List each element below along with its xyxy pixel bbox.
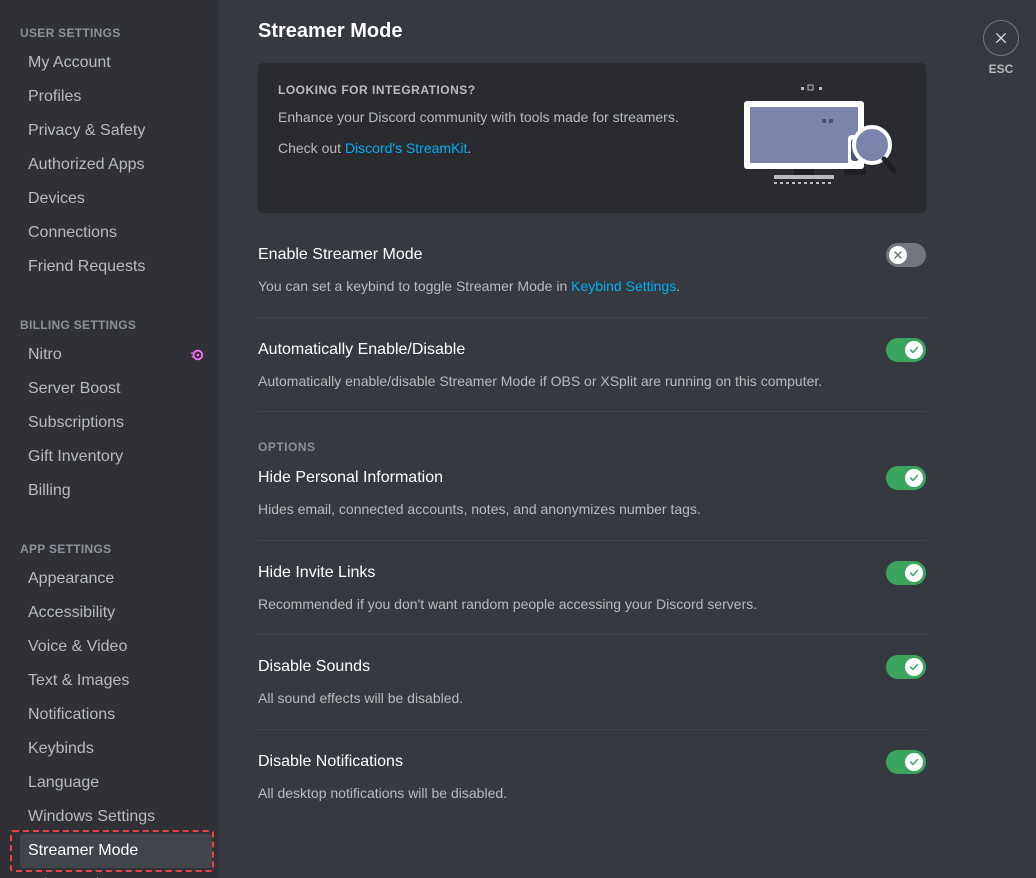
toggle-hide-invite-links[interactable]: [886, 561, 926, 585]
sidebar-item-advanced[interactable]: Advanced: [20, 868, 212, 878]
sidebar-item-label: Authorized Apps: [28, 156, 145, 174]
promo-line1: Enhance your Discord community with tool…: [278, 107, 726, 128]
sidebar-item-label: My Account: [28, 54, 111, 72]
setting-desc: Hides email, connected accounts, notes, …: [258, 500, 926, 520]
sidebar-item-label: Notifications: [28, 706, 115, 724]
toggle-enable-streamer-mode[interactable]: [886, 243, 926, 267]
sidebar-item-label: Appearance: [28, 570, 114, 588]
check-icon: [908, 567, 920, 579]
close-column: ESC: [966, 0, 1036, 878]
page-title: Streamer Mode: [258, 20, 926, 43]
sidebar-item-label: Friend Requests: [28, 258, 145, 276]
sidebar-item-streamer-mode[interactable]: Streamer Mode: [20, 834, 212, 868]
sidebar-item-label: Gift Inventory: [28, 448, 123, 466]
sidebar-item-devices[interactable]: Devices: [20, 182, 212, 216]
setting-title: Enable Streamer Mode: [258, 246, 423, 264]
sidebar-section-header: USER SETTINGS: [20, 20, 212, 46]
sidebar-item-label: Privacy & Safety: [28, 122, 145, 140]
nitro-icon: [190, 348, 204, 362]
setting-desc: Automatically enable/disable Streamer Mo…: [258, 372, 926, 392]
option-hide-personal-information: Hide Personal Information Hides email, co…: [258, 466, 926, 541]
sidebar-item-label: Language: [28, 774, 99, 792]
toggle-disable-notifications[interactable]: [886, 750, 926, 774]
check-icon: [908, 472, 920, 484]
sidebar-item-my-account[interactable]: My Account: [20, 46, 212, 80]
sidebar-item-subscriptions[interactable]: Subscriptions: [20, 406, 212, 440]
sidebar-item-label: Streamer Mode: [28, 842, 138, 860]
promo-header: LOOKING FOR INTEGRATIONS?: [278, 83, 726, 97]
close-button[interactable]: [983, 20, 1019, 56]
setting-title: Disable Notifications: [258, 753, 403, 771]
sidebar-item-gift-inventory[interactable]: Gift Inventory: [20, 440, 212, 474]
check-icon: [908, 661, 920, 673]
sidebar-item-label: Nitro: [28, 346, 62, 364]
sidebar-item-label: Accessibility: [28, 604, 115, 622]
sidebar-item-label: Keybinds: [28, 740, 94, 758]
x-icon: [892, 249, 904, 261]
sidebar-item-label: Profiles: [28, 88, 81, 106]
keybind-settings-link[interactable]: Keybind Settings: [571, 278, 676, 294]
settings-sidebar: USER SETTINGS My Account Profiles Privacy &…: [0, 0, 218, 878]
setting-desc: All desktop notifications will be disabl…: [258, 784, 926, 804]
setting-desc: Recommended if you don't want random peo…: [258, 595, 926, 615]
sidebar-item-authorized-apps[interactable]: Authorized Apps: [20, 148, 212, 182]
sidebar-item-privacy-safety[interactable]: Privacy & Safety: [20, 114, 212, 148]
sidebar-item-server-boost[interactable]: Server Boost: [20, 372, 212, 406]
promo-art: [726, 83, 896, 193]
streamkit-link[interactable]: Discord's StreamKit: [345, 140, 467, 156]
promo-line2: Check out Discord's StreamKit.: [278, 138, 726, 159]
sidebar-item-windows-settings[interactable]: Windows Settings: [20, 800, 212, 834]
sidebar-item-label: Connections: [28, 224, 117, 242]
sidebar-item-notifications[interactable]: Notifications: [20, 698, 212, 732]
setting-enable-streamer-mode: Enable Streamer Mode You can set a keybin…: [258, 243, 926, 318]
sidebar-item-label: Windows Settings: [28, 808, 155, 826]
option-disable-notifications: Disable Notifications All desktop notific…: [258, 750, 926, 824]
close-icon: [993, 30, 1009, 46]
sidebar-item-label: Billing: [28, 482, 71, 500]
sidebar-item-profiles[interactable]: Profiles: [20, 80, 212, 114]
check-icon: [908, 756, 920, 768]
check-icon: [908, 344, 920, 356]
sidebar-item-language[interactable]: Language: [20, 766, 212, 800]
sidebar-item-text-images[interactable]: Text & Images: [20, 664, 212, 698]
settings-content: Streamer Mode LOOKING FOR INTEGRATIONS? …: [218, 0, 966, 878]
option-disable-sounds: Disable Sounds All sound effects will be …: [258, 655, 926, 730]
setting-title: Automatically Enable/Disable: [258, 341, 465, 359]
toggle-hide-personal-information[interactable]: [886, 466, 926, 490]
sidebar-item-billing[interactable]: Billing: [20, 474, 212, 508]
esc-label: ESC: [989, 62, 1014, 76]
sidebar-item-label: Devices: [28, 190, 85, 208]
option-hide-invite-links: Hide Invite Links Recommended if you don'…: [258, 561, 926, 636]
sidebar-item-accessibility[interactable]: Accessibility: [20, 596, 212, 630]
sidebar-item-label: Subscriptions: [28, 414, 124, 432]
sidebar-section-header: BILLING SETTINGS: [20, 312, 212, 338]
setting-desc: You can set a keybind to toggle Streamer…: [258, 277, 926, 297]
sidebar-item-appearance[interactable]: Appearance: [20, 562, 212, 596]
sidebar-item-keybinds[interactable]: Keybinds: [20, 732, 212, 766]
sidebar-item-connections[interactable]: Connections: [20, 216, 212, 250]
sidebar-item-label: Text & Images: [28, 672, 129, 690]
setting-desc: All sound effects will be disabled.: [258, 689, 926, 709]
sidebar-item-label: Voice & Video: [28, 638, 127, 656]
sidebar-section-header: APP SETTINGS: [20, 536, 212, 562]
sidebar-item-nitro[interactable]: Nitro: [20, 338, 212, 372]
toggle-automatically-enable-disable[interactable]: [886, 338, 926, 362]
setting-title: Disable Sounds: [258, 658, 370, 676]
integrations-promo: LOOKING FOR INTEGRATIONS? Enhance your D…: [258, 63, 926, 213]
toggle-disable-sounds[interactable]: [886, 655, 926, 679]
setting-title: Hide Invite Links: [258, 564, 375, 582]
sidebar-item-label: Server Boost: [28, 380, 120, 398]
sidebar-item-voice-video[interactable]: Voice & Video: [20, 630, 212, 664]
setting-automatically-enable-disable: Automatically Enable/Disable Automaticall…: [258, 338, 926, 413]
options-header: OPTIONS: [258, 440, 926, 454]
setting-title: Hide Personal Information: [258, 469, 443, 487]
sidebar-item-friend-requests[interactable]: Friend Requests: [20, 250, 212, 284]
